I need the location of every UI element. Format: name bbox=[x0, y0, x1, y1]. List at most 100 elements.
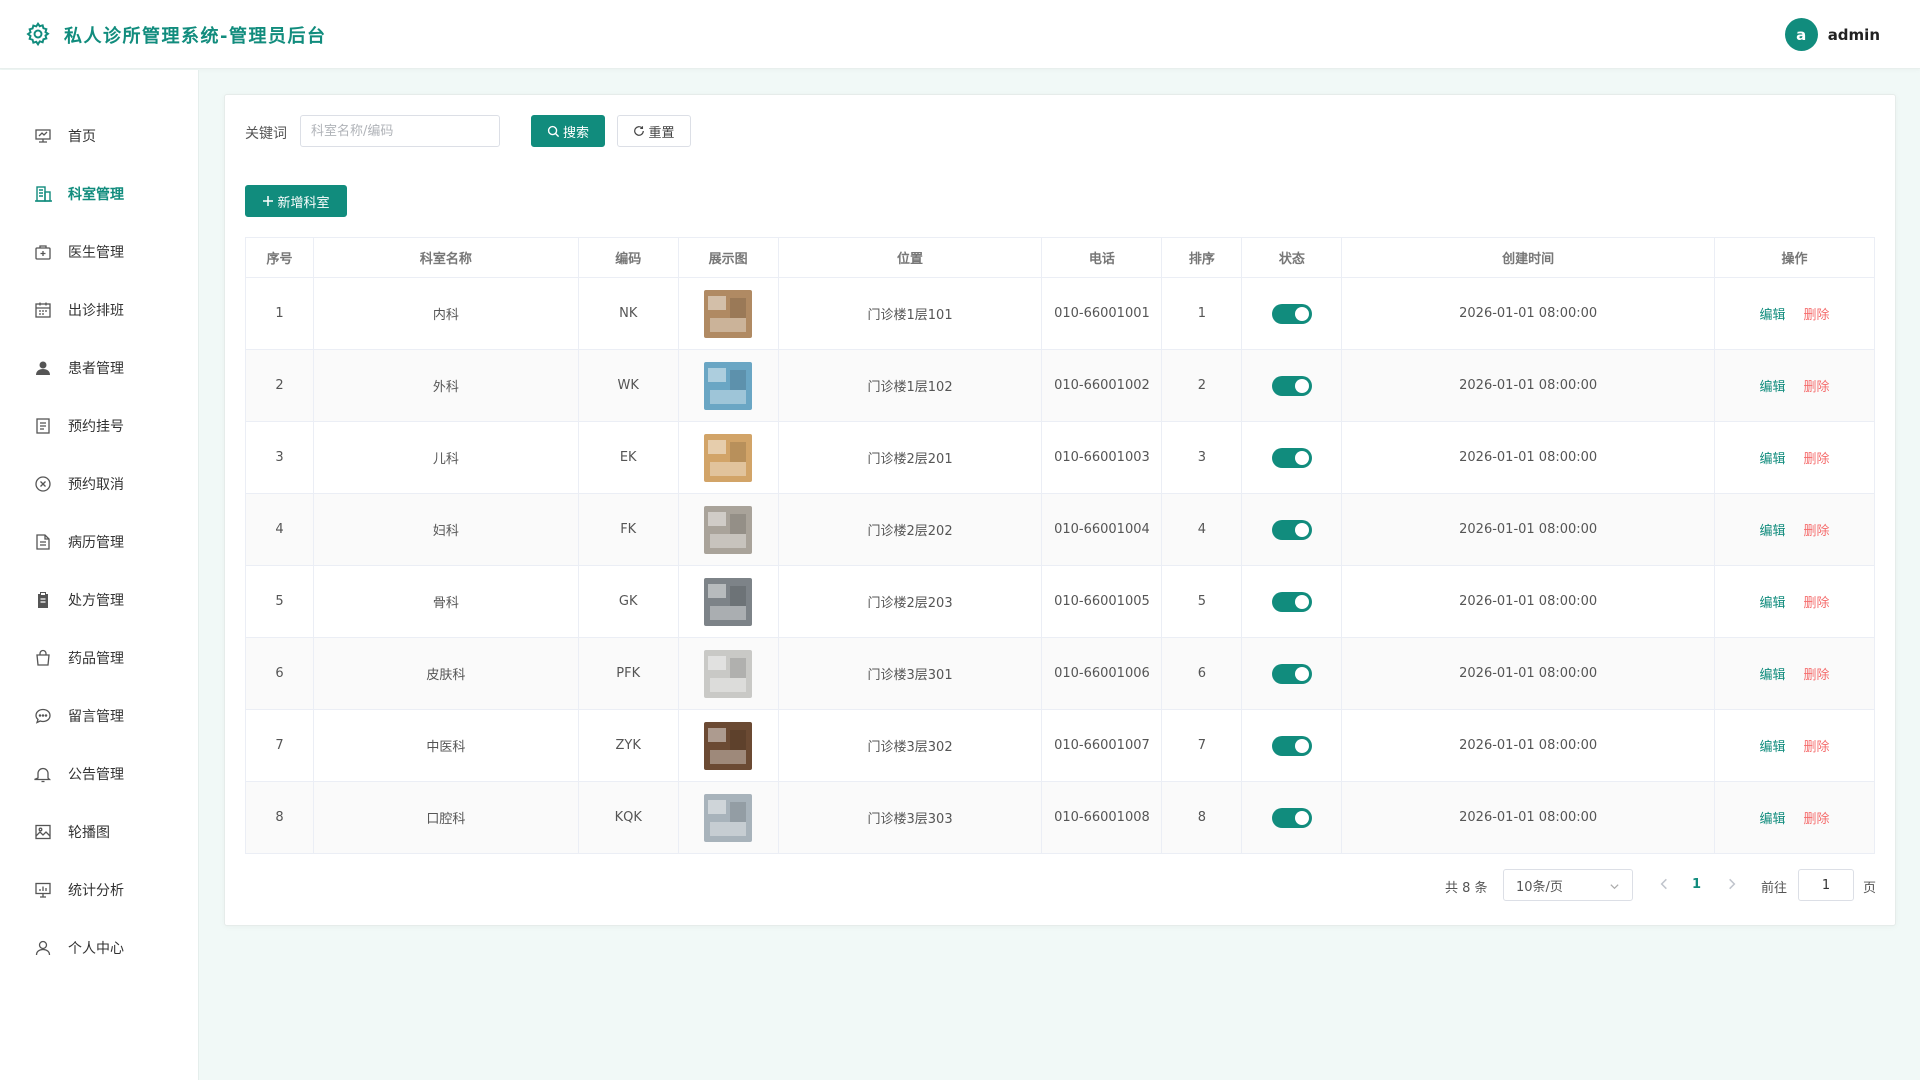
sidebar-item-cancellations[interactable]: 预约取消 bbox=[0, 464, 199, 504]
sidebar-item-records[interactable]: 病历管理 bbox=[0, 522, 199, 562]
document-text-icon bbox=[36, 534, 50, 550]
sidebar-item-profile[interactable]: 个人中心 bbox=[0, 928, 199, 968]
status-toggle[interactable] bbox=[1271, 303, 1312, 324]
goto-label: 前往 bbox=[1761, 881, 1788, 896]
edit-button[interactable]: 编辑 bbox=[1760, 596, 1786, 611]
sidebar-item-prescriptions[interactable]: 处方管理 bbox=[0, 580, 199, 620]
edit-button[interactable]: 编辑 bbox=[1760, 812, 1786, 827]
table-body: 1 内科 NK 门诊楼1层101 010-66001001 1 2026-01-01 08:… bbox=[245, 277, 1875, 854]
sidebar-item-appointments[interactable]: 预约挂号 bbox=[0, 406, 199, 446]
delete-button[interactable]: 删除 bbox=[1804, 740, 1830, 755]
table-row: 3 儿科 EK 门诊楼2层201 010-66001003 3 2026-01-01 08:… bbox=[245, 421, 1875, 494]
clipboard-icon bbox=[38, 592, 48, 608]
cell-image bbox=[677, 637, 779, 710]
edit-button[interactable]: 编辑 bbox=[1760, 524, 1786, 539]
status-toggle[interactable] bbox=[1271, 663, 1312, 684]
status-toggle[interactable] bbox=[1271, 735, 1312, 756]
goto-page-input[interactable] bbox=[1798, 869, 1854, 901]
cell-status bbox=[1241, 781, 1343, 854]
sidebar-item-departments[interactable]: 科室管理 bbox=[0, 174, 199, 214]
edit-button[interactable]: 编辑 bbox=[1760, 452, 1786, 467]
circle-close-icon bbox=[35, 476, 51, 492]
sidebar-item-statistics[interactable]: 统计分析 bbox=[0, 870, 199, 910]
cell-name: 皮肤科 bbox=[312, 637, 579, 710]
add-department-label: 新增科室 bbox=[277, 195, 330, 211]
reset-button[interactable]: 重置 bbox=[617, 115, 691, 147]
delete-button[interactable]: 删除 bbox=[1804, 380, 1830, 395]
cell-phone: 010-66001005 bbox=[1041, 565, 1163, 638]
delete-button[interactable]: 删除 bbox=[1804, 668, 1830, 683]
status-toggle[interactable] bbox=[1271, 807, 1312, 828]
cell-image bbox=[677, 493, 779, 566]
column-header: 排序 bbox=[1161, 237, 1243, 278]
sidebar-item-label: 留言管理 bbox=[68, 709, 124, 725]
cell-location: 门诊楼2层203 bbox=[777, 565, 1043, 638]
cell-phone: 010-66001004 bbox=[1041, 493, 1163, 566]
page-number-current[interactable]: 1 bbox=[1692, 877, 1701, 892]
cell-phone: 010-66001007 bbox=[1041, 709, 1163, 782]
column-header: 科室名称 bbox=[312, 237, 579, 278]
sidebar-item-notices[interactable]: 公告管理 bbox=[0, 754, 199, 794]
cell-created: 2026-01-01 08:00:00 bbox=[1341, 637, 1716, 710]
keyword-input[interactable] bbox=[300, 115, 500, 147]
building-icon bbox=[35, 186, 52, 202]
sidebar-item-patients[interactable]: 患者管理 bbox=[0, 348, 199, 388]
cell-name: 外科 bbox=[312, 349, 579, 422]
cell-image bbox=[677, 565, 779, 638]
edit-button[interactable]: 编辑 bbox=[1760, 668, 1786, 683]
sidebar-item-home[interactable]: 首页 bbox=[0, 116, 199, 156]
delete-button[interactable]: 删除 bbox=[1804, 524, 1830, 539]
table-row: 6 皮肤科 PFK 门诊楼3层301 010-66001006 6 2026-01-01 0… bbox=[245, 637, 1875, 710]
cell-sort: 4 bbox=[1161, 493, 1243, 566]
delete-button[interactable]: 删除 bbox=[1804, 812, 1830, 827]
username[interactable]: admin bbox=[1828, 26, 1880, 44]
edit-button[interactable]: 编辑 bbox=[1760, 740, 1786, 755]
sidebar-item-doctors[interactable]: 医生管理 bbox=[0, 232, 199, 272]
status-toggle[interactable] bbox=[1271, 519, 1312, 540]
sidebar-item-label: 患者管理 bbox=[68, 361, 124, 377]
delete-button[interactable]: 删除 bbox=[1804, 308, 1830, 323]
sidebar-item-schedule[interactable]: 出诊排班 bbox=[0, 290, 199, 330]
cell-name: 中医科 bbox=[312, 709, 579, 782]
delete-button[interactable]: 删除 bbox=[1804, 452, 1830, 467]
sidebar-item-label: 处方管理 bbox=[68, 593, 124, 609]
sidebar-item-label: 科室管理 bbox=[68, 187, 124, 203]
sidebar-item-messages[interactable]: 留言管理 bbox=[0, 696, 199, 736]
cell-code: WK bbox=[577, 349, 679, 422]
page-size-value: 10条/页 bbox=[1516, 879, 1563, 895]
cell-status bbox=[1241, 709, 1343, 782]
avatar[interactable]: a bbox=[1784, 18, 1818, 51]
column-header: 操作 bbox=[1714, 237, 1875, 278]
edit-button[interactable]: 编辑 bbox=[1760, 308, 1786, 323]
cell-index: 6 bbox=[245, 637, 314, 710]
cell-sort: 7 bbox=[1161, 709, 1243, 782]
next-page-icon[interactable] bbox=[1725, 877, 1739, 891]
calendar-icon bbox=[35, 302, 51, 318]
status-toggle[interactable] bbox=[1271, 375, 1312, 396]
search-button[interactable]: 搜索 bbox=[531, 115, 605, 147]
add-department-button[interactable]: 新增科室 bbox=[245, 185, 347, 217]
edit-button[interactable]: 编辑 bbox=[1760, 380, 1786, 395]
prev-page-icon[interactable] bbox=[1657, 877, 1671, 891]
delete-button[interactable]: 删除 bbox=[1804, 596, 1830, 611]
user-icon bbox=[35, 940, 51, 956]
cell-created: 2026-01-01 08:00:00 bbox=[1341, 565, 1716, 638]
cell-status bbox=[1241, 277, 1343, 350]
column-header: 编码 bbox=[577, 237, 679, 278]
shopping-bag-icon bbox=[36, 649, 50, 666]
department-thumbnail bbox=[704, 649, 753, 698]
page-size-select[interactable]: 10条/页 bbox=[1503, 869, 1633, 901]
cell-code: NK bbox=[577, 277, 679, 350]
sidebar-item-carousel[interactable]: 轮播图 bbox=[0, 812, 199, 852]
column-header: 序号 bbox=[245, 237, 314, 278]
status-toggle[interactable] bbox=[1271, 447, 1312, 468]
user-menu[interactable]: a admin bbox=[1784, 18, 1880, 51]
sidebar-item-medicines[interactable]: 药品管理 bbox=[0, 638, 199, 678]
cell-phone: 010-66001003 bbox=[1041, 421, 1163, 494]
search-button-label: 搜索 bbox=[562, 125, 589, 141]
cell-index: 3 bbox=[245, 421, 314, 494]
user-filled-icon bbox=[36, 361, 50, 375]
sidebar-item-label: 个人中心 bbox=[68, 941, 124, 957]
sidebar-item-label: 轮播图 bbox=[68, 825, 110, 841]
status-toggle[interactable] bbox=[1271, 591, 1312, 612]
